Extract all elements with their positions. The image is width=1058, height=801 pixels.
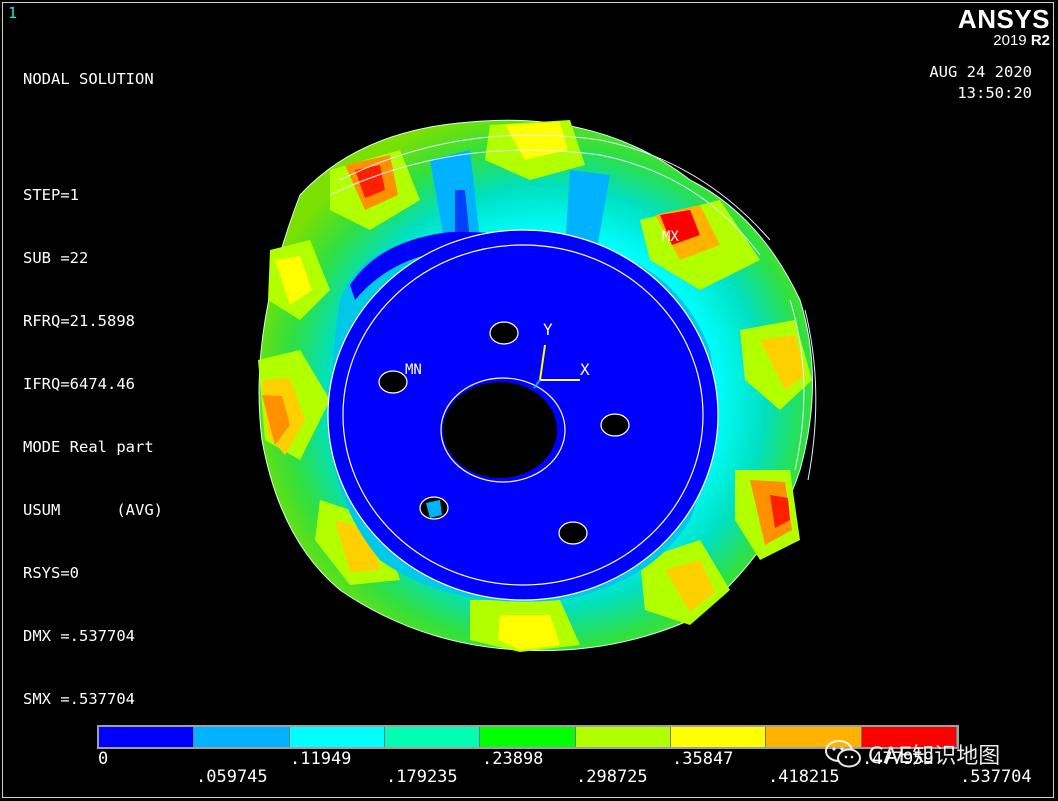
legend-tick-top: 0 bbox=[98, 749, 109, 769]
legend-color-segment bbox=[384, 727, 481, 747]
wechat-icon bbox=[825, 740, 861, 768]
legend-color-segment bbox=[289, 727, 385, 747]
legend-color-segment bbox=[194, 727, 290, 747]
watermark-text: CAE知识地图 bbox=[868, 744, 1001, 769]
center-bore bbox=[443, 382, 557, 478]
axis-y-label: Y bbox=[543, 320, 553, 339]
legend-tick-top: .11949 bbox=[290, 749, 352, 769]
legend-tick-bottom: .537704 bbox=[960, 767, 1032, 787]
legend-tick-top: .23898 bbox=[482, 749, 544, 769]
legend-color-segment bbox=[480, 727, 576, 747]
axis-x-label: X bbox=[580, 360, 590, 379]
contour-plot-viewport[interactable] bbox=[0, 0, 1058, 801]
watermark: CAE知识地图 bbox=[824, 738, 1000, 770]
legend-tick-bottom: .059745 bbox=[196, 767, 268, 787]
max-marker-label: MX bbox=[662, 229, 679, 245]
legend-tick-bottom: .418215 bbox=[768, 767, 840, 787]
legend-color-segment bbox=[575, 727, 671, 747]
rotor-hat bbox=[327, 229, 719, 602]
legend-color-segment bbox=[99, 727, 195, 747]
legend-tick-bottom: .179235 bbox=[386, 767, 458, 787]
legend-color-segment bbox=[670, 727, 767, 747]
min-marker-label: MN bbox=[405, 362, 422, 378]
legend-tick-top: .35847 bbox=[672, 749, 734, 769]
legend-tick-bottom: .298725 bbox=[576, 767, 648, 787]
